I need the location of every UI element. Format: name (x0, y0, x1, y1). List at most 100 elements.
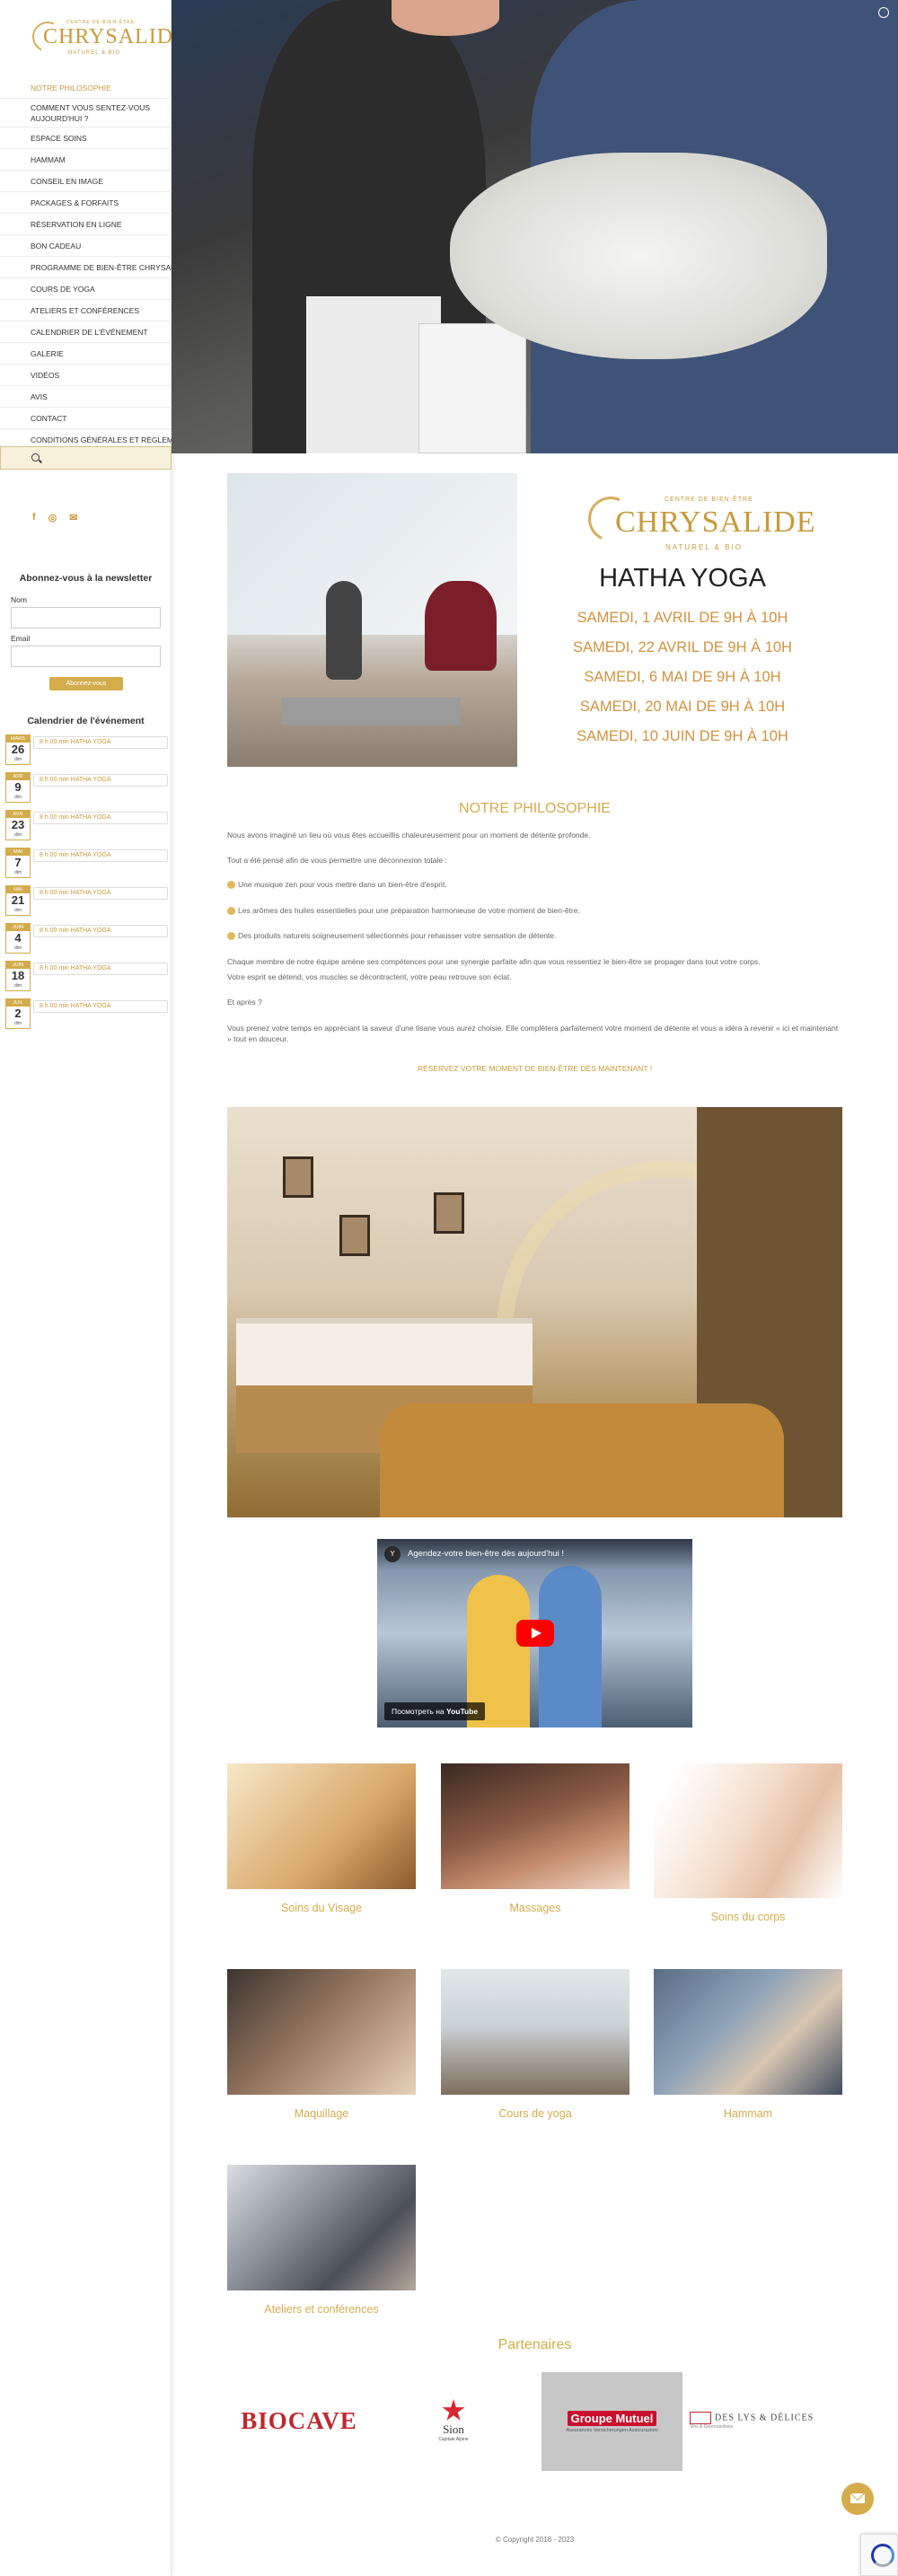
menu-item-cours-yoga[interactable]: COURS DE YOGA (0, 278, 172, 300)
event-details[interactable]: 8 h 00 min HATHA YOGA (33, 925, 168, 937)
partner-biocave-logo[interactable]: BIOCAVE (227, 2372, 371, 2469)
calendar-title: Calendrier de l'événement (27, 716, 145, 726)
calendar-event[interactable]: JUIN 18 dim 8 h 00 min HATHA YOGA (5, 961, 168, 998)
service-caption[interactable]: Maquillage (227, 2107, 416, 2120)
event-details[interactable]: 8 h 00 min HATHA YOGA (33, 887, 168, 900)
menu-item-programme[interactable]: PROGRAMME DE BIEN-ÊTRE CHRYSALIDE (0, 257, 172, 278)
menu-item-packages[interactable]: PACKAGES & FORFAITS (0, 192, 172, 214)
newsletter-name-input[interactable] (11, 607, 161, 629)
newsletter-subscribe-button[interactable]: Abonnez-vous (49, 677, 123, 690)
partner-groupe-mutuel-logo[interactable]: Groupe Mutuel Assurances Versicherungen … (541, 2372, 682, 2471)
des-lys-tagline: Vins & Gourmandises (690, 2424, 734, 2430)
calendar-event[interactable]: JUIL 2 dim 8 h 00 min HATHA YOGA (5, 998, 168, 1036)
service-tile[interactable]: Ateliers et conférences (227, 2165, 416, 2316)
hero-gift-box (418, 323, 526, 453)
whatsapp-icon[interactable]: ◎ (48, 512, 57, 523)
menu-item-hammam[interactable]: HAMMAM (0, 149, 172, 171)
social-links: f ◎ ✉ (32, 512, 78, 523)
sidebar-search[interactable] (0, 446, 172, 470)
groupe-mutuel-name: Groupe Mutuel (567, 2410, 657, 2426)
philosophy-bullet: Les arômes des huiles essentielles pour … (227, 905, 842, 916)
event-details[interactable]: 8 h 00 min HATHA YOGA (33, 963, 168, 975)
poster-date: SAMEDI, 6 MAI DE 9H À 10H (584, 669, 781, 685)
menu-item-avis[interactable]: AVIS (0, 386, 172, 408)
event-details[interactable]: 8 h 00 min HATHA YOGA (33, 1000, 168, 1013)
hero-slider-dot[interactable] (878, 7, 889, 18)
facebook-icon[interactable]: f (32, 512, 36, 523)
partners-title: Partenaires (497, 2337, 572, 2352)
menu-item-espace-soins[interactable]: ESPACE SOINS (0, 127, 172, 149)
logo-tagline-bottom: NATUREL & BIO (68, 50, 121, 56)
treatment-room-photo (227, 1107, 842, 1517)
service-caption[interactable]: Massages (441, 1902, 629, 1914)
event-date: MAI 7 dim (5, 848, 31, 878)
booking-cta-link[interactable]: RÉSERVEZ VOTRE MOMENT DE BIEN-ÊTRE DÈS M… (227, 1064, 842, 1073)
calendar-event[interactable]: AVR 23 dim 8 h 00 min HATHA YOGA (5, 810, 168, 848)
event-details[interactable]: 8 h 00 min HATHA YOGA (33, 736, 168, 749)
youtube-video-embed[interactable]: Y Agendez-votre bien-être dès aujourd'hu… (377, 1539, 692, 1728)
groupe-mutuel-tagline: Assurances Versicherungen Assicurazioni (566, 2427, 658, 2433)
aroma-icon (227, 907, 235, 916)
menu-item-comment-vous-sentez[interactable]: COMMENT VOUS SENTEZ-VOUS AUJOURD'HUI ? (0, 99, 172, 127)
philosophy-title: NOTRE PHILOSOPHIE (459, 801, 611, 816)
service-image (227, 2165, 416, 2290)
email-icon[interactable]: ✉ (69, 512, 77, 523)
photo-plant (425, 581, 497, 671)
menu-item-calendrier[interactable]: CALENDRIER DE L'ÉVÉNEMENT (0, 321, 172, 343)
event-details[interactable]: 8 h 00 min HATHA YOGA (33, 774, 168, 787)
philosophy-text: Tout a été pensé afin de vous permettre … (227, 856, 447, 865)
calendar-event[interactable]: JUIN 4 dim 8 h 00 min HATHA YOGA (5, 923, 168, 961)
partner-sion-logo[interactable]: Sion Capitale Alpine (395, 2372, 512, 2469)
contact-email-button[interactable] (841, 2483, 874, 2515)
service-tile[interactable]: Massages (441, 1763, 629, 1914)
service-image (441, 1969, 629, 2095)
menu-item-reservation[interactable]: RÉSERVATION EN LIGNE (0, 214, 172, 235)
service-caption[interactable]: Soins du Visage (227, 1902, 416, 1914)
service-tile[interactable]: Soins du Visage (227, 1763, 416, 1914)
poster-date: SAMEDI, 10 JUIN DE 9H À 10H (577, 728, 788, 744)
newsletter-email-input[interactable] (11, 646, 161, 667)
calendar-event[interactable]: MAI 7 dim 8 h 00 min HATHA YOGA (5, 848, 168, 885)
event-details[interactable]: 8 h 00 min HATHA YOGA (33, 849, 168, 862)
partner-des-lys-logo[interactable]: DES LYS & DÉLICES Vins & Gourmandises (690, 2372, 842, 2469)
recaptcha-badge[interactable] (860, 2534, 898, 2576)
music-icon (227, 881, 235, 890)
photo-massage-bed (380, 1403, 784, 1517)
service-caption[interactable]: Cours de yoga (441, 2107, 629, 2120)
event-date: JUIN 4 dim (5, 923, 31, 954)
video-title[interactable]: Agendez-votre bien-être dès aujourd'hui … (408, 1549, 564, 1559)
sion-star-icon (442, 2399, 465, 2421)
service-image (227, 1969, 416, 2095)
photo-frame (283, 1156, 313, 1198)
photo-frame (434, 1192, 464, 1234)
menu-item-ateliers[interactable]: ATELIERS ET CONFÉRENCES (0, 300, 172, 321)
calendar-event[interactable]: AVR 9 dim 8 h 00 min HATHA YOGA (5, 772, 168, 810)
service-tile[interactable]: Cours de yoga (441, 1969, 629, 2120)
service-caption[interactable]: Ateliers et conférences (227, 2303, 416, 2316)
calendar-event[interactable]: MAI 21 dim 8 h 00 min HATHA YOGA (5, 885, 168, 923)
menu-item-videos[interactable]: VIDÉOS (0, 365, 172, 386)
menu-item-bon-cadeau[interactable]: BON CADEAU (0, 235, 172, 257)
brand-logo[interactable]: CENTRE DE BIEN-ÊTRE CHRYSALIDE NATUREL &… (28, 17, 187, 61)
philosophy-bullet: Des produits naturels soigneusement séle… (227, 930, 842, 941)
menu-item-contact[interactable]: CONTACT (0, 408, 172, 429)
footer-copyright: © Copyright 2018 - 2023 (495, 2536, 575, 2544)
menu-item-philosophie[interactable]: NOTRE PHILOSOPHIE (0, 77, 172, 99)
service-tile[interactable]: Hammam (654, 1969, 842, 2120)
poster-date: SAMEDI, 20 MAI DE 9H À 10H (579, 699, 786, 715)
service-caption[interactable]: Soins du corps (654, 1911, 842, 1923)
menu-item-galerie[interactable]: GALERIE (0, 343, 172, 365)
video-channel-avatar[interactable]: Y (384, 1546, 401, 1562)
play-button[interactable] (516, 1620, 554, 1647)
calendar-event[interactable]: MARS 26 dim 8 h 00 min HATHA YOGA (5, 734, 168, 772)
philosophy-text: Et après ? (227, 998, 262, 1007)
event-details[interactable]: 8 h 00 min HATHA YOGA (33, 812, 168, 824)
menu-item-conseil-image[interactable]: CONSEIL EN IMAGE (0, 171, 172, 192)
des-lys-name: DES LYS & DÉLICES (690, 2412, 814, 2424)
service-tile[interactable]: Soins du corps (654, 1763, 842, 1923)
service-caption[interactable]: Hammam (654, 2107, 842, 2120)
yoga-photo (227, 473, 517, 767)
service-tile[interactable]: Maquillage (227, 1969, 416, 2120)
poster-logo-name: CHRYSALIDE (615, 506, 816, 539)
watch-on-youtube-button[interactable]: Посмотреть на YouTube (384, 1702, 486, 1720)
